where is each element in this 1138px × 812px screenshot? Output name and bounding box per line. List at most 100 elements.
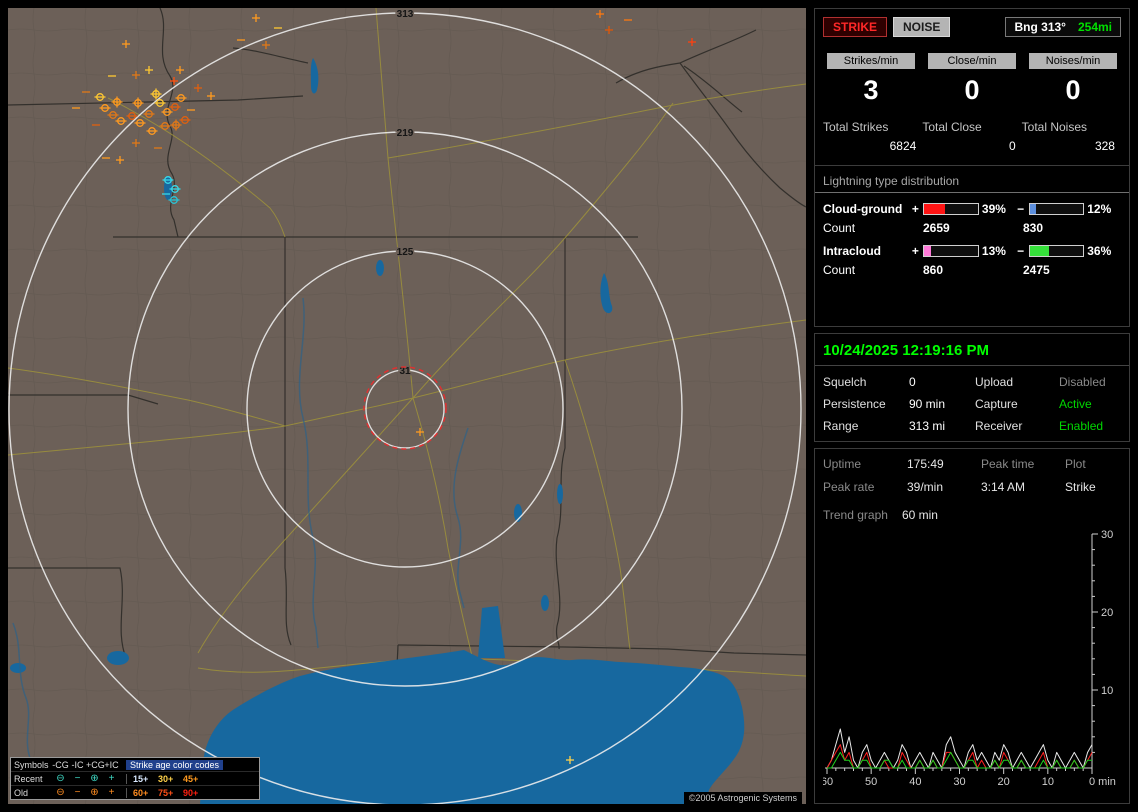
strike-button[interactable]: STRIKE	[823, 17, 888, 37]
receiver-status: Enabled	[1059, 419, 1104, 433]
stats-section: STRIKE NOISE Bng 313° 254mi Strikes/min …	[814, 8, 1130, 327]
cloud-ground-row: Cloud-ground + 39% − 12%	[823, 202, 1121, 216]
legend-symbols-header: Symbols	[14, 759, 49, 770]
age-75: 75+	[158, 787, 174, 798]
datetime-display: 10/24/2025 12:19:16 PM	[815, 342, 1129, 366]
range-label: Range	[823, 419, 859, 433]
persistence-value: 90 min	[909, 397, 946, 411]
peak-rate-label: Peak rate	[823, 480, 875, 494]
close-per-min-label: Close/min	[928, 53, 1016, 69]
persistence-label: Persistence	[823, 397, 886, 411]
uptime-label: Uptime	[823, 457, 862, 471]
svg-text:20: 20	[998, 776, 1010, 788]
circle-plus-icon: ⊕	[90, 786, 99, 798]
minus-icon: −	[74, 772, 81, 784]
trend-graph-label: Trend graph	[823, 508, 888, 522]
strikes-per-min-label: Strikes/min	[827, 53, 915, 69]
bearing-readout: Bng 313° 254mi	[1005, 17, 1121, 37]
cg-plus-count: 2659	[923, 221, 950, 235]
circle-minus-icon: ⊖	[56, 786, 65, 798]
total-noises-value: 328	[1094, 139, 1115, 153]
uptime-value: 175:49	[907, 457, 944, 471]
intracloud-counts: Count 860 2475	[823, 263, 1121, 277]
age-90: 90+	[183, 787, 199, 798]
legend-header-row: Symbols -CG -IC +CG +IC Strike age color…	[11, 758, 259, 771]
ic-plus-pct: 13%	[981, 244, 1006, 258]
cg-minus-pct: 12%	[1087, 202, 1112, 216]
total-close-label: Total Close	[922, 120, 982, 134]
capture-label: Capture	[975, 397, 1018, 411]
capture-status: Active	[1059, 397, 1092, 411]
count-label: Count	[823, 221, 856, 235]
legend-col-ncg: -CG	[52, 759, 69, 770]
plus-icon: +	[108, 772, 115, 784]
svg-text:30: 30	[1101, 529, 1113, 541]
map-canvas: 31321912531	[8, 8, 806, 804]
total-strikes-label: Total Strikes	[823, 120, 889, 134]
circle-minus-icon: ⊖	[56, 772, 65, 784]
noises-per-min-label: Noises/min	[1029, 53, 1117, 69]
cg-minus-count: 830	[1023, 221, 1044, 235]
minus-sign: −	[1017, 202, 1025, 216]
legend-recent-row: Recent ⊖ − ⊕ + 15+ 30+ 45+	[11, 771, 259, 785]
copyright-text: ©2005 Astrogenic Systems	[683, 792, 802, 804]
legend-old-label: Old	[14, 787, 29, 798]
bearing-distance: 254mi	[1077, 20, 1112, 34]
peak-rate-value: 39/min	[907, 480, 944, 494]
rate-boxes: Strikes/min 3 Close/min 0 Noises/min 0	[823, 53, 1121, 106]
total-strikes-value: 6824	[889, 139, 917, 153]
ic-minus-pct: 36%	[1087, 244, 1112, 258]
strikes-per-min-value: 3	[863, 75, 879, 105]
distribution-title: Lightning type distribution	[815, 174, 1129, 193]
plot-label: Plot	[1065, 457, 1086, 471]
count-label: Count	[823, 263, 856, 277]
trend-window-value: 60 min	[901, 508, 938, 522]
map-legend: Symbols -CG -IC +CG +IC Strike age color…	[10, 757, 260, 800]
cg-plus-bar	[923, 203, 979, 215]
bearing-label: Bng 313°	[1014, 20, 1066, 34]
svg-text:50: 50	[865, 776, 877, 788]
receiver-label: Receiver	[975, 419, 1023, 433]
plus-sign: +	[911, 244, 919, 258]
legend-col-nic: -IC	[71, 759, 84, 770]
close-per-min-value: 0	[964, 75, 980, 105]
ic-plus-bar	[923, 245, 979, 257]
legend-col-pcg: +CG	[86, 759, 105, 770]
ic-minus-count: 2475	[1023, 263, 1050, 277]
plus-icon: +	[108, 786, 115, 798]
age-30: 30+	[158, 773, 174, 784]
svg-text:125: 125	[397, 247, 414, 258]
svg-text:20: 20	[1101, 607, 1113, 619]
squelch-label: Squelch	[823, 375, 867, 389]
cg-plus-pct: 39%	[981, 202, 1006, 216]
upload-status: Disabled	[1059, 375, 1106, 389]
cloud-ground-label: Cloud-ground	[823, 202, 903, 216]
legend-old-row: Old ⊖ − ⊕ + 60+ 75+ 90+	[11, 785, 259, 799]
cloud-ground-counts: Count 2659 830	[823, 221, 1121, 235]
svg-text:313: 313	[397, 9, 414, 20]
legend-col-pic: +IC	[104, 759, 119, 770]
squelch-value: 0	[909, 375, 916, 389]
peak-time-value: 3:14 AM	[981, 480, 1026, 494]
age-15: 15+	[133, 773, 149, 784]
status-section: 10/24/2025 12:19:16 PM Squelch 0 Upload …	[814, 333, 1130, 442]
svg-text:40: 40	[909, 776, 921, 788]
intracloud-label: Intracloud	[823, 244, 882, 258]
range-value: 313 mi	[909, 419, 946, 433]
ic-minus-bar	[1028, 245, 1085, 257]
legend-age-header: Strike age color codes	[126, 759, 224, 770]
noises-per-min-value: 0	[1065, 75, 1081, 105]
control-panel: STRIKE NOISE Bng 313° 254mi Strikes/min …	[814, 8, 1130, 804]
plot-value: Strike	[1065, 480, 1096, 494]
svg-text:60: 60	[823, 776, 833, 788]
total-close-value: 0	[1008, 139, 1016, 153]
svg-text:219: 219	[397, 128, 414, 139]
uptime-grid: Uptime 175:49 Peak time Plot Peak rate 3…	[823, 457, 1121, 494]
svg-text:10: 10	[1101, 685, 1113, 697]
lightning-map[interactable]: 313 219 125 31 Symbols -CG -IC +CG +IC Stri…	[8, 8, 806, 804]
legend-recent-label: Recent	[14, 773, 43, 784]
upload-label: Upload	[975, 375, 1014, 389]
noise-button[interactable]: NOISE	[893, 17, 951, 37]
svg-text:30: 30	[953, 776, 965, 788]
age-45: 45+	[183, 773, 199, 784]
